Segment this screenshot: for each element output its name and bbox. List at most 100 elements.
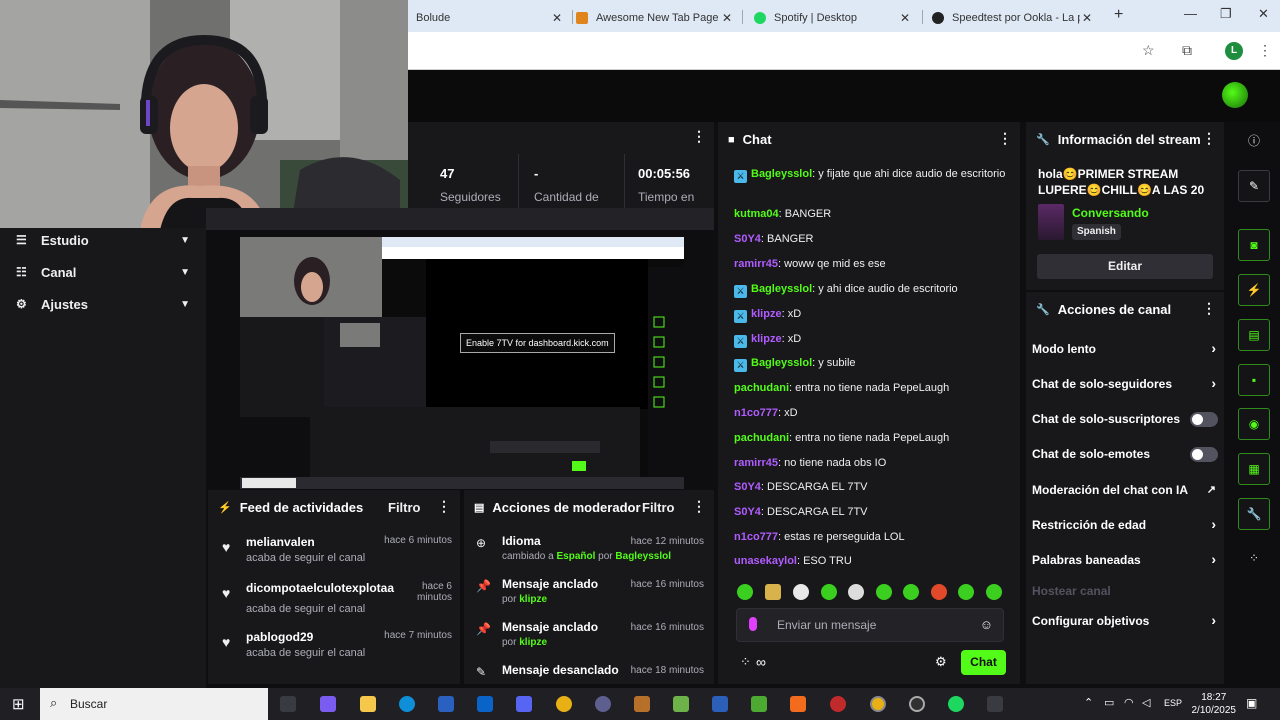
chat-username[interactable]: pachudani: [734, 382, 789, 394]
chat-message[interactable]: n1co777: xD: [734, 405, 1006, 421]
file-explorer-icon[interactable]: [360, 696, 376, 712]
discord-icon[interactable]: [516, 696, 532, 712]
chat-icon[interactable]: ▪: [1238, 364, 1270, 396]
chat-message[interactable]: ramirr45: no tiene nada obs IO: [734, 455, 1006, 471]
chat-username[interactable]: n1co777: [734, 407, 778, 419]
camera-icon[interactable]: ◙: [1238, 229, 1270, 261]
close-icon[interactable]: ✕: [900, 11, 910, 25]
send-chat-button[interactable]: Chat: [961, 650, 1006, 675]
more-icon[interactable]: ⋮: [1202, 130, 1216, 147]
video-icon[interactable]: ▦: [1238, 453, 1270, 485]
nav-item-canal[interactable]: ☷ Canal ▼: [16, 260, 196, 284]
chat-username[interactable]: kutma04: [734, 208, 779, 220]
emoji-icon[interactable]: ☺: [980, 617, 993, 632]
windows-start-icon[interactable]: ⊞: [12, 695, 25, 713]
input-language[interactable]: ESP: [1164, 698, 1182, 708]
spotify-icon[interactable]: [948, 696, 964, 712]
emote-icon[interactable]: [848, 584, 864, 600]
emote-icon[interactable]: [793, 584, 809, 600]
browser-tab[interactable]: Speedtest por Ookla - La pru ✕: [932, 4, 1096, 32]
settings-icon[interactable]: [987, 696, 1003, 712]
more-icon[interactable]: ⋮: [437, 498, 451, 515]
chat-username[interactable]: S0Y4: [734, 233, 761, 245]
chat-username[interactable]: Bagleysslol: [751, 357, 812, 369]
chat-message[interactable]: S0Y4: DESCARGA EL 7TV: [734, 504, 1006, 520]
broadcast-icon[interactable]: ◉: [1238, 408, 1270, 440]
close-icon[interactable]: ✕: [722, 11, 732, 25]
close-icon[interactable]: ✕: [1082, 11, 1092, 25]
chrome-icon[interactable]: [870, 696, 886, 712]
list-item[interactable]: 📌 Mensaje anclado por klipze hace 16 min…: [476, 620, 704, 654]
new-tab-icon[interactable]: +: [1114, 6, 1123, 24]
more-icon[interactable]: ⋮: [692, 498, 706, 515]
browser-tab[interactable]: Bolude ✕: [416, 4, 566, 32]
channel-action[interactable]: Palabras baneadas ›: [1032, 551, 1218, 573]
extensions-icon[interactable]: ⧉: [1182, 42, 1192, 59]
wrench-icon[interactable]: 🔧: [1238, 498, 1270, 530]
chat-username[interactable]: S0Y4: [734, 506, 761, 518]
menu-icon[interactable]: ⋮: [1258, 42, 1272, 59]
minimize-icon[interactable]: —: [1184, 6, 1197, 21]
task-view-icon[interactable]: [280, 696, 296, 712]
toggle-switch[interactable]: [1190, 412, 1218, 427]
chat-message[interactable]: ramirr45: woww qe mid es ese: [734, 256, 1006, 272]
chat-message[interactable]: ⚔ Bagleysslol: y fijate que ahi dice audi…: [734, 166, 1006, 183]
apps-icon[interactable]: ⁘: [1238, 543, 1270, 575]
chat-message[interactable]: S0Y4: DESCARGA EL 7TV: [734, 479, 1006, 495]
chat-message[interactable]: ⚔ klipze: xD: [734, 331, 1006, 348]
app-icon[interactable]: [634, 696, 650, 712]
tray-icon[interactable]: ▭: [1104, 696, 1114, 709]
chat-message[interactable]: ⚔ Bagleysslol: y subile: [734, 355, 1006, 372]
emote-icon[interactable]: [737, 584, 753, 600]
maximize-icon[interactable]: ❐: [1220, 6, 1232, 22]
chat-username[interactable]: pachudani: [734, 432, 789, 444]
obs-icon[interactable]: [909, 696, 925, 712]
copilot-icon[interactable]: [320, 696, 336, 712]
chat-username[interactable]: n1co777: [734, 531, 778, 543]
browser-tab[interactable]: Spotify | Desktop ✕: [754, 4, 914, 32]
list-item[interactable]: ♥ dicompotaelculotexplotaa acaba de segu…: [222, 581, 452, 621]
channel-action[interactable]: Configurar objetivos ›: [1032, 612, 1218, 634]
star-icon[interactable]: ☆: [1142, 42, 1155, 59]
channel-action[interactable]: Chat de solo-emotes: [1032, 447, 1218, 467]
chat-username[interactable]: klipze: [751, 333, 782, 345]
emote-icon[interactable]: [765, 584, 781, 600]
channel-action[interactable]: Chat de solo-seguidores ›: [1032, 375, 1218, 397]
mic-icon[interactable]: [749, 617, 757, 631]
emote-icon[interactable]: [986, 584, 1002, 600]
list-item[interactable]: ♥ melianvalen acaba de seguir el canal h…: [222, 535, 452, 569]
chat-message[interactable]: ⚔ klipze: xD: [734, 306, 1006, 323]
app-icon[interactable]: [790, 696, 806, 712]
emote-icon[interactable]: [821, 584, 837, 600]
channel-action[interactable]: Chat de solo-suscriptores: [1032, 412, 1218, 432]
list-item[interactable]: 📌 Mensaje anclado por klipze hace 16 min…: [476, 577, 704, 611]
channel-action[interactable]: Restricción de edad ›: [1032, 516, 1218, 538]
emote-icon[interactable]: [958, 584, 974, 600]
toggle-switch[interactable]: [1190, 447, 1218, 462]
bolt-icon[interactable]: ⚡: [1238, 274, 1270, 306]
list-item[interactable]: ✎ Mensaje desanclado hace 18 minutos: [476, 663, 704, 683]
close-window-icon[interactable]: ✕: [1258, 6, 1269, 22]
wordpress-icon[interactable]: [595, 696, 611, 712]
stream-category[interactable]: Conversando: [1072, 206, 1149, 220]
chat-message[interactable]: kutma04: BANGER: [734, 206, 1006, 222]
chat-username[interactable]: Bagleysslol: [751, 283, 812, 295]
info-icon[interactable]: ⓘ: [1238, 126, 1270, 158]
word-icon[interactable]: [712, 696, 728, 712]
edge-icon[interactable]: [399, 696, 415, 712]
chevron-up-icon[interactable]: ⌃: [1084, 696, 1093, 709]
app-icon[interactable]: [830, 696, 846, 712]
minecraft-icon[interactable]: [751, 696, 767, 712]
list-item[interactable]: ⊕ Idioma cambiado a Español por Bagleyss…: [476, 534, 704, 568]
chat-message[interactable]: ⚔ Bagleysslol: y ahi dice audio de escrit…: [734, 281, 1006, 298]
chat-message[interactable]: S0Y4: BANGER: [734, 231, 1006, 247]
wifi-icon[interactable]: ◠: [1124, 696, 1134, 709]
chat-username[interactable]: unasekaylol: [734, 555, 797, 567]
gear-icon[interactable]: ⚙: [935, 654, 947, 670]
channel-action[interactable]: Moderación del chat con IA ↗: [1032, 483, 1218, 503]
chat-message[interactable]: n1co777: estas re perseguida LOL: [734, 529, 1006, 545]
filter-button[interactable]: Filtro: [388, 500, 421, 515]
chat-message[interactable]: pachudani: entra no tiene nada PepeLaugh: [734, 380, 1006, 396]
nav-item-ajustes[interactable]: ⚙ Ajustes ▼: [16, 292, 196, 316]
dots-icon[interactable]: ⁘: [740, 654, 751, 670]
